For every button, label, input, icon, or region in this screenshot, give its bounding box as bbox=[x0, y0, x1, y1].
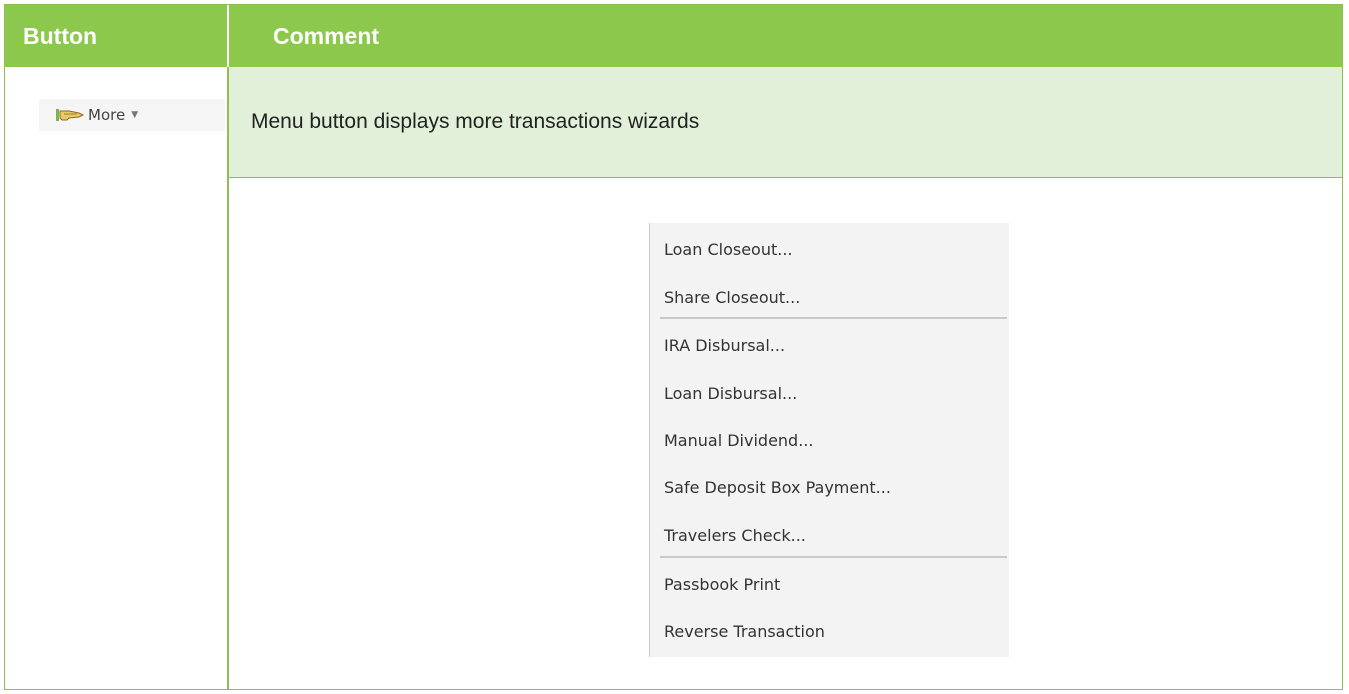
menu-item-ira-disbursal[interactable]: IRA Disbursal... bbox=[664, 331, 785, 361]
menu-separator bbox=[660, 556, 1007, 558]
chevron-down-icon: ▼ bbox=[131, 110, 139, 120]
button-comment-table: Button Comment Menu button displays more… bbox=[4, 4, 1343, 690]
menu-item-loan-disbursal[interactable]: Loan Disbursal... bbox=[664, 379, 797, 409]
header-divider bbox=[227, 5, 229, 67]
header-comment: Comment bbox=[273, 23, 380, 49]
menu-item-share-closeout[interactable]: Share Closeout... bbox=[664, 283, 800, 313]
header-button: Button bbox=[23, 23, 98, 49]
menu-item-safe-deposit-box-payment[interactable]: Safe Deposit Box Payment... bbox=[664, 473, 891, 503]
menu-item-manual-dividend[interactable]: Manual Dividend... bbox=[664, 426, 813, 456]
hand-pointer-icon bbox=[56, 109, 85, 121]
more-button-label: More bbox=[88, 106, 126, 124]
comment-cell: Menu button displays more transactions w… bbox=[229, 67, 1342, 178]
menu-separator bbox=[660, 317, 1007, 319]
menu-item-reverse-transaction[interactable]: Reverse Transaction bbox=[664, 617, 825, 647]
more-button[interactable]: More ▼ bbox=[39, 99, 225, 131]
menu-item-travelers-check[interactable]: Travelers Check... bbox=[664, 521, 806, 551]
comment-text: Menu button displays more transactions w… bbox=[251, 110, 700, 133]
table-header-row: Button Comment bbox=[5, 5, 1342, 67]
menu-item-loan-closeout[interactable]: Loan Closeout... bbox=[664, 235, 793, 265]
more-menu: Loan Closeout... Share Closeout... IRA D… bbox=[649, 223, 1009, 657]
menu-item-passbook-print[interactable]: Passbook Print bbox=[664, 570, 780, 600]
